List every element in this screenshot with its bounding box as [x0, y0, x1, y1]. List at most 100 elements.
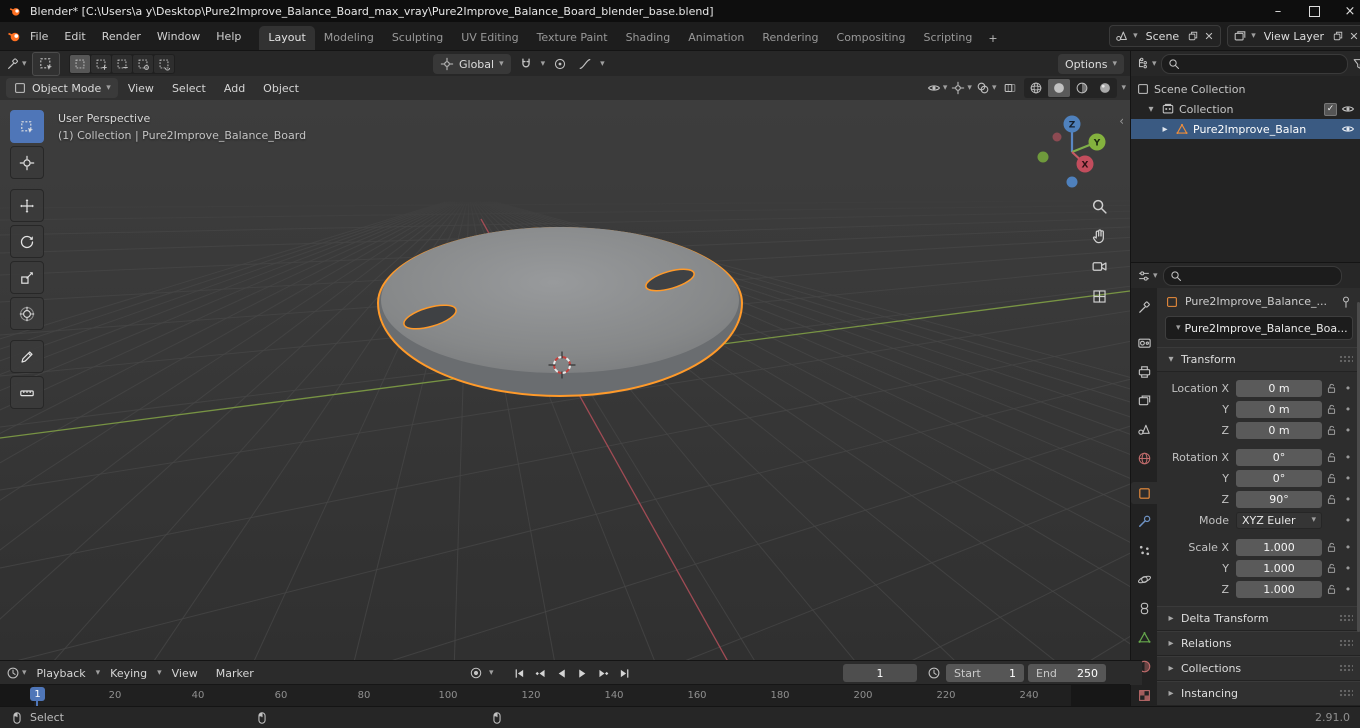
new-view-layer-icon[interactable] — [1332, 30, 1344, 42]
preview-range-toggle[interactable] — [924, 663, 944, 683]
properties-tab-object[interactable] — [1131, 482, 1157, 505]
navigation-gizmo[interactable]: Z Y X — [1032, 112, 1112, 192]
gizmo-neg-x-ball[interactable] — [1052, 132, 1062, 142]
menu-window[interactable]: Window — [149, 27, 208, 46]
menu-render[interactable]: Render — [94, 27, 149, 46]
hide-eye-icon[interactable] — [1341, 122, 1355, 136]
lock-button[interactable] — [1322, 403, 1340, 416]
tab-modeling[interactable]: Modeling — [315, 26, 383, 50]
transform-orientation-dropdown[interactable]: Global ▾ — [433, 54, 511, 74]
remove-view-layer-icon[interactable] — [1348, 30, 1360, 42]
shading-wireframe-button[interactable] — [1025, 79, 1047, 97]
tab-compositing[interactable]: Compositing — [828, 26, 915, 50]
timeline-menu-keying[interactable]: Keying — [102, 665, 155, 682]
outliner-row-object[interactable]: ▸ Pure2Improve_Balan — [1131, 119, 1360, 139]
snap-toggle-button[interactable] — [516, 54, 536, 74]
properties-tab-constraints[interactable] — [1131, 598, 1157, 620]
tool-select-box-button[interactable] — [10, 110, 44, 143]
tool-cursor-button[interactable] — [10, 146, 44, 179]
animate-dot[interactable]: • — [1340, 514, 1356, 527]
lock-button[interactable] — [1322, 451, 1340, 464]
viewport-3d[interactable]: User Perspective (1) Collection | Pure2I… — [0, 100, 1130, 660]
play-button[interactable] — [573, 664, 592, 682]
properties-tab-modifiers[interactable] — [1131, 511, 1157, 533]
timeline-menu-marker[interactable]: Marker — [208, 665, 262, 682]
shading-settings-chevron-icon[interactable]: ▾ — [1121, 83, 1126, 93]
outliner-search-box[interactable] — [1160, 54, 1348, 74]
tab-layout[interactable]: Layout — [259, 26, 315, 50]
animate-dot[interactable]: • — [1340, 382, 1356, 395]
shading-rendered-button[interactable] — [1094, 79, 1116, 97]
animate-dot[interactable]: • — [1340, 562, 1356, 575]
viewport-menu-object[interactable]: Object — [255, 80, 307, 97]
rotation-y-field[interactable]: 0° — [1236, 469, 1322, 487]
shading-solid-button[interactable] — [1048, 79, 1071, 97]
proportional-editing-button[interactable] — [550, 54, 570, 74]
location-x-field[interactable]: 0 m — [1236, 379, 1322, 397]
collection-checkbox[interactable]: ✓ — [1324, 102, 1337, 116]
new-scene-icon[interactable] — [1187, 30, 1199, 42]
properties-tab-particles[interactable] — [1131, 540, 1157, 562]
menu-edit[interactable]: Edit — [56, 27, 93, 46]
balance-board-object[interactable] — [376, 227, 744, 397]
animate-dot[interactable]: • — [1340, 493, 1356, 506]
proportional-settings-chevron-icon[interactable]: ▾ — [600, 59, 605, 69]
rotation-mode-dropdown[interactable]: XYZ Euler ▾ — [1236, 511, 1322, 529]
gizmo-z-ball[interactable]: Z — [1063, 115, 1081, 133]
frame-end-field[interactable]: End 250 — [1028, 664, 1106, 682]
properties-tab-texture[interactable] — [1131, 684, 1157, 706]
view-layer-selector[interactable]: ▾ View Layer — [1227, 25, 1360, 47]
jump-to-end-button[interactable] — [615, 664, 634, 682]
tab-texture-paint[interactable]: Texture Paint — [528, 26, 617, 50]
active-tool-button[interactable] — [31, 52, 60, 76]
tool-transform-button[interactable] — [10, 297, 44, 330]
lock-button[interactable] — [1322, 493, 1340, 506]
location-z-field[interactable]: 0 m — [1236, 421, 1322, 439]
gizmo-y-ball[interactable]: Y — [1088, 133, 1106, 151]
previous-keyframe-button[interactable] — [531, 664, 550, 682]
panel-grip-icon[interactable] — [1339, 355, 1353, 364]
tab-rendering[interactable]: Rendering — [753, 26, 827, 50]
filter-funnel-icon[interactable] — [1352, 57, 1360, 71]
play-reverse-button[interactable] — [552, 664, 571, 682]
shading-material-button[interactable] — [1071, 79, 1093, 97]
panel-collections[interactable]: ▸ Collections — [1157, 656, 1360, 681]
lock-button[interactable] — [1322, 472, 1340, 485]
collapse-region-icon[interactable]: ‹ — [1119, 114, 1124, 128]
viewport-menu-view[interactable]: View — [120, 80, 162, 97]
camera-view-icon[interactable] — [1091, 258, 1108, 275]
panel-grip-icon[interactable] — [1339, 614, 1353, 623]
current-frame-field[interactable]: 1 — [843, 664, 917, 682]
scale-z-field[interactable]: 1.000 — [1236, 580, 1322, 598]
select-mode-subtract-button[interactable] — [111, 55, 132, 73]
viewport-menu-select[interactable]: Select — [164, 80, 214, 97]
visibility-dropdown[interactable]: ▾ — [927, 78, 947, 98]
scale-y-field[interactable]: 1.000 — [1236, 559, 1322, 577]
timeline-menu-playback[interactable]: Playback — [29, 665, 94, 682]
select-mode-set-button[interactable] — [69, 55, 90, 73]
add-workspace-button[interactable]: + — [981, 27, 1004, 50]
zoom-icon[interactable] — [1091, 198, 1108, 215]
lock-button[interactable] — [1322, 424, 1340, 437]
properties-tab-object-data[interactable] — [1131, 626, 1157, 648]
tool-scale-button[interactable] — [10, 261, 44, 294]
properties-search-box[interactable] — [1162, 266, 1342, 286]
frame-start-field[interactable]: Start 1 — [946, 664, 1024, 682]
tool-measure-button[interactable] — [10, 376, 44, 409]
menu-help[interactable]: Help — [208, 27, 249, 46]
expanded-arrow-icon[interactable]: ▾ — [1145, 104, 1157, 115]
options-dropdown[interactable]: Options ▾ — [1058, 54, 1124, 74]
timeline-editor-type-button[interactable]: ▾ — [6, 663, 27, 683]
properties-tab-render[interactable] — [1131, 332, 1157, 354]
tool-annotate-button[interactable] — [10, 340, 44, 373]
hide-eye-icon[interactable] — [1341, 102, 1355, 116]
blender-app-menu-icon[interactable] — [6, 28, 22, 44]
tool-rotate-button[interactable] — [10, 225, 44, 258]
tab-scripting[interactable]: Scripting — [914, 26, 981, 50]
maximize-button[interactable] — [1296, 0, 1332, 22]
properties-editor-type-button[interactable]: ▾ — [1137, 266, 1158, 286]
tab-uv-editing[interactable]: UV Editing — [452, 26, 527, 50]
editor-type-button[interactable]: ▾ — [6, 54, 27, 74]
properties-tab-tool[interactable] — [1131, 297, 1157, 319]
close-button[interactable]: × — [1332, 0, 1360, 22]
